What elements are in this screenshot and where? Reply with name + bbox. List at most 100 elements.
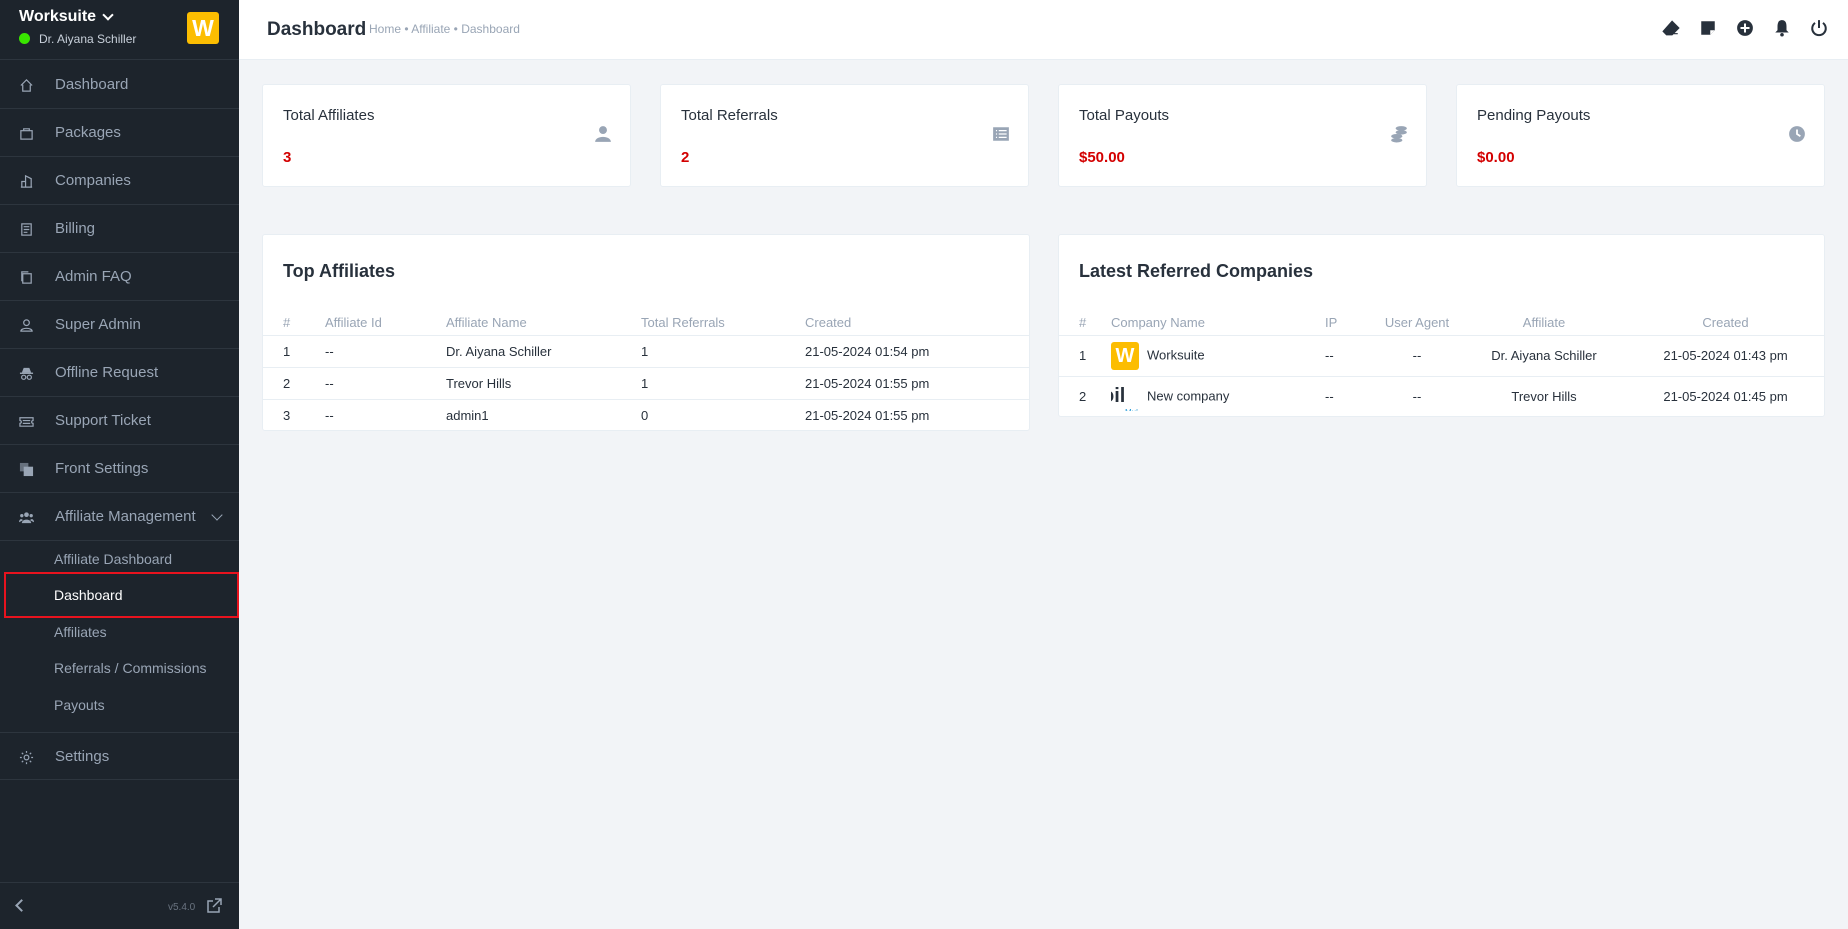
- layers-icon: [19, 462, 34, 477]
- panel-title: Top Affiliates: [283, 261, 395, 281]
- chevron-down-icon[interactable]: [102, 9, 114, 21]
- company-logo-subtext: Mul: [1125, 402, 1138, 411]
- company-name-cell[interactable]: W Worksuite: [1111, 335, 1325, 377]
- sidebar-item-admin-faq[interactable]: Admin FAQ: [0, 253, 239, 301]
- table-cell: 2: [1079, 389, 1087, 405]
- sidebar-item-label: Front Settings: [55, 460, 149, 477]
- table-cell: 21-05-2024 01:54 pm: [805, 335, 1029, 368]
- gear-icon: [19, 750, 34, 765]
- column-header: Affiliate Id: [325, 310, 446, 336]
- sidebar-item-settings[interactable]: Settings: [0, 732, 239, 780]
- sidebar-item-companies[interactable]: Companies: [0, 157, 239, 205]
- collapse-sidebar-icon[interactable]: [15, 899, 28, 912]
- table-cell: 21-05-2024 01:55 pm: [805, 407, 930, 423]
- company-logo: oilMul: [1111, 382, 1139, 411]
- table-cell: 21-05-2024 01:43 pm: [1625, 335, 1824, 377]
- sidebar-subitem-label: Affiliates: [54, 624, 107, 640]
- table-row: 2 oilMul New company -- -- Trevor Hills 2…: [1059, 376, 1824, 416]
- stat-label: Pending Payouts: [1477, 107, 1591, 124]
- sidebar-item-label: Offline Request: [55, 364, 159, 381]
- sidebar-item-offline-request[interactable]: Offline Request: [0, 349, 239, 397]
- sidebar-item-super-admin[interactable]: Super Admin: [0, 301, 239, 349]
- eraser-icon[interactable]: [1662, 19, 1680, 37]
- sidebar-item-packages[interactable]: Packages: [0, 109, 239, 157]
- sidebar-item-label: Companies: [55, 172, 131, 189]
- person-icon: [19, 318, 34, 333]
- add-circle-icon[interactable]: [1736, 19, 1754, 37]
- table-cell: 2: [263, 367, 325, 400]
- column-header: IP: [1325, 310, 1371, 336]
- company-name[interactable]: New company: [1147, 388, 1229, 403]
- column-header: Affiliate Name: [446, 310, 641, 336]
- company-logo: W: [1111, 341, 1139, 370]
- column-header: User Agent: [1371, 310, 1463, 336]
- sidebar-subitem-affiliates[interactable]: Affiliates: [0, 614, 239, 650]
- power-icon[interactable]: [1810, 19, 1828, 37]
- company-name-cell[interactable]: oilMul New company: [1111, 376, 1325, 416]
- latest-referred-companies-panel: Latest Referred Companies # Company Name…: [1058, 234, 1825, 417]
- top-affiliates-panel: Top Affiliates # Affiliate Id Affiliate …: [262, 234, 1030, 431]
- stat-value: $0.00: [1477, 149, 1515, 166]
- stat-label: Total Referrals: [681, 107, 778, 124]
- sidebar-item-label: Settings: [55, 748, 110, 765]
- external-link-icon[interactable]: [206, 898, 222, 914]
- table-cell: 21-05-2024 01:45 pm: [1663, 389, 1788, 405]
- column-header: Created: [1625, 310, 1824, 336]
- company-name[interactable]: Worksuite: [1147, 347, 1205, 362]
- sidebar-subitem-referrals-commissions[interactable]: Referrals / Commissions: [0, 650, 239, 686]
- table-cell: Dr. Aiyana Schiller: [1463, 335, 1625, 377]
- bell-icon[interactable]: [1773, 19, 1791, 37]
- table-cell: 1: [641, 367, 805, 400]
- sticky-note-icon[interactable]: [1699, 19, 1717, 37]
- people-icon: [19, 510, 34, 525]
- sidebar-subitem-payouts[interactable]: Payouts: [0, 687, 239, 723]
- table-cell: 1: [263, 335, 325, 368]
- clock-icon: [1788, 125, 1806, 143]
- incognito-icon: [19, 366, 34, 381]
- brand-logo: W: [187, 12, 219, 44]
- sidebar-item-billing[interactable]: Billing: [0, 205, 239, 253]
- bag-icon: [19, 126, 34, 141]
- online-status-icon: [19, 33, 30, 44]
- house-icon: [19, 78, 34, 93]
- breadcrumb[interactable]: Home • Affiliate • Dashboard: [369, 22, 520, 36]
- column-header: Company Name: [1111, 310, 1325, 336]
- stat-value: 3: [283, 149, 292, 166]
- column-header: Total Referrals: [641, 310, 805, 336]
- table-header-row: # Company Name IP User Agent Affiliate C…: [1059, 310, 1824, 336]
- column-header: #: [1059, 310, 1111, 336]
- receipt-icon: [19, 222, 34, 237]
- panel-title: Latest Referred Companies: [1079, 261, 1314, 281]
- table-cell: --: [1371, 335, 1463, 377]
- brand-name[interactable]: Worksuite: [19, 8, 96, 26]
- stat-card-total-payouts: Total Payouts $50.00: [1058, 84, 1427, 187]
- sidebar-item-front-settings[interactable]: Front Settings: [0, 445, 239, 493]
- table-row: 2 -- Trevor Hills 1 21-05-2024 01:55 pm: [263, 367, 1029, 400]
- page-title: Dashboard: [267, 19, 367, 40]
- stat-label: Total Affiliates: [283, 107, 375, 124]
- building-icon: [19, 174, 34, 189]
- brand-header[interactable]: Worksuite Dr. Aiyana Schiller W: [0, 0, 239, 60]
- sidebar-subitem-label: Payouts: [54, 697, 105, 713]
- copy-icon: [19, 270, 34, 285]
- table-cell: --: [1412, 389, 1422, 405]
- person-icon: [594, 125, 612, 143]
- sidebar-item-support-ticket[interactable]: Support Ticket: [0, 397, 239, 445]
- table-cell: Trevor Hills: [1511, 389, 1577, 405]
- ticket-icon: [19, 414, 34, 429]
- sidebar-item-dashboard[interactable]: Dashboard: [0, 61, 239, 109]
- table-cell: --: [325, 335, 446, 368]
- sidebar-item-label: Affiliate Management: [55, 508, 196, 525]
- column-header: Affiliate: [1463, 310, 1625, 336]
- list-icon: [992, 125, 1010, 143]
- stat-label: Total Payouts: [1079, 107, 1170, 124]
- stat-card-total-affiliates: Total Affiliates 3: [262, 84, 631, 187]
- sidebar: Worksuite Dr. Aiyana Schiller W Dashboar…: [0, 0, 239, 929]
- sidebar-item-label: Admin FAQ: [55, 268, 132, 285]
- column-header: Created: [805, 310, 1029, 336]
- table-row: 1 W Worksuite -- -- Dr. Aiyana Schiller 2…: [1059, 335, 1824, 377]
- stat-card-total-referrals: Total Referrals 2: [660, 84, 1029, 187]
- chevron-down-icon[interactable]: [211, 509, 223, 521]
- sidebar-subitem-label: Referrals / Commissions: [54, 660, 207, 676]
- sidebar-item-affiliate-management[interactable]: Affiliate Management: [0, 493, 239, 541]
